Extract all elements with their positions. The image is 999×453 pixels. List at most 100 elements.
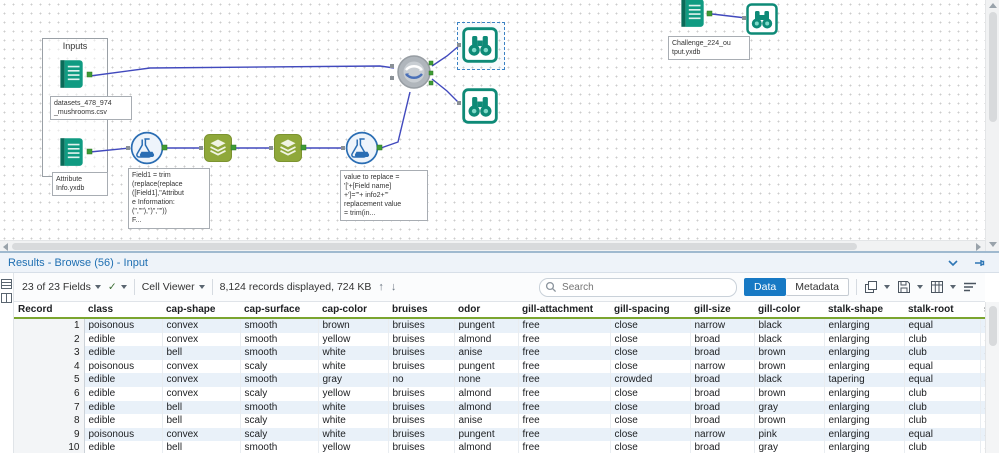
table-cell[interactable]: smooth — [240, 346, 319, 360]
table-row[interactable]: 9 poisonous convex scaly white bruises pungent… — [14, 427, 985, 442]
table-cell[interactable]: broad — [690, 414, 755, 428]
table-cell[interactable]: free — [518, 441, 611, 453]
table-cell[interactable]: convex — [162, 359, 241, 374]
table-cell[interactable]: narrow — [690, 359, 755, 374]
table-cell[interactable]: broad — [690, 400, 755, 415]
output-tool-challenge[interactable] — [674, 0, 710, 30]
table-row[interactable]: 4 poisonous convex scaly white bruises pungent… — [14, 359, 985, 374]
more-menu-button[interactable] — [963, 281, 977, 293]
table-row[interactable]: 5 edible convex smooth gray no none free crowded… — [14, 373, 985, 387]
table-cell[interactable]: close — [610, 359, 691, 374]
column-header-gill-attachment[interactable]: gill-attachment — [518, 302, 610, 319]
pin-icon[interactable] — [973, 257, 985, 269]
table-cell[interactable]: none — [454, 373, 519, 387]
table-cell[interactable]: free — [518, 414, 611, 428]
copy-dropdown[interactable] — [864, 280, 890, 294]
table-cell[interactable]: broad — [690, 386, 755, 401]
table-cell[interactable]: crowded — [610, 373, 691, 387]
table-cell[interactable]: convex — [162, 386, 241, 401]
record-number[interactable]: 5 — [14, 373, 85, 387]
scroll-up-icon[interactable] — [989, 3, 997, 8]
column-header-odor[interactable]: odor — [454, 302, 518, 319]
table-row[interactable]: 8 edible bell scaly white bruises anise free clo… — [14, 414, 985, 428]
union-tool[interactable] — [396, 54, 432, 90]
table-row[interactable]: 10 edible bell smooth yellow bruises almond fre… — [14, 441, 985, 453]
table-cell[interactable]: equal — [904, 359, 981, 374]
annotation-dataset2[interactable]: Attribute Info.yxdb — [52, 172, 108, 197]
table-cell[interactable]: smooth — [240, 400, 319, 415]
table-cell[interactable]: gray — [754, 441, 825, 453]
column-header-stalk-root[interactable]: stalk-root — [904, 302, 980, 319]
table-cell[interactable]: equal — [904, 427, 981, 442]
table-cell[interactable]: convex — [162, 332, 241, 347]
table-cell[interactable]: enlarging — [824, 441, 905, 453]
h-scroll-thumb[interactable] — [12, 243, 857, 250]
table-scroll-thumb[interactable] — [989, 306, 997, 346]
table-cell[interactable]: club — [904, 386, 981, 401]
table-cell[interactable]: club — [904, 346, 981, 360]
transform-tool-2[interactable] — [273, 133, 303, 163]
table-cell[interactable]: white — [318, 346, 389, 360]
table-cell[interactable]: close — [610, 414, 691, 428]
browse-tool-3[interactable] — [746, 3, 778, 35]
table-cell[interactable]: narrow — [690, 318, 755, 333]
table-cell[interactable]: bell — [162, 346, 241, 360]
table-cell[interactable]: enlarging — [824, 400, 905, 415]
record-number[interactable]: 9 — [14, 427, 85, 442]
table-cell[interactable]: anise — [454, 414, 519, 428]
table-cell[interactable]: enlarging — [824, 332, 905, 347]
table-cell[interactable]: no — [388, 373, 455, 387]
table-cell[interactable]: bell — [162, 441, 241, 453]
table-cell[interactable]: brown — [754, 359, 825, 374]
results-layout-split-icon[interactable] — [1, 293, 12, 303]
table-cell[interactable]: black — [754, 373, 825, 387]
transform-tool-1[interactable] — [203, 133, 233, 163]
table-cell[interactable]: edible — [84, 332, 163, 347]
table-cell[interactable]: bruises — [388, 400, 455, 415]
column-header-record[interactable]: Record — [14, 302, 84, 319]
column-header-stalk-shape[interactable]: stalk-shape — [824, 302, 904, 319]
table-cell[interactable]: club — [904, 414, 981, 428]
table-cell[interactable]: edible — [84, 441, 163, 453]
annotation-dataset1[interactable]: datasets_478_974 _mushrooms.csv — [50, 96, 132, 121]
table-row[interactable]: 6 edible convex scaly yellow bruises almond fre… — [14, 386, 985, 401]
table-cell[interactable]: equal — [904, 373, 981, 387]
table-cell[interactable]: bruises — [388, 346, 455, 360]
metadata-tab-button[interactable]: Metadata — [786, 278, 849, 296]
table-cell[interactable]: bruises — [388, 441, 455, 453]
table-cell[interactable]: enlarging — [824, 346, 905, 360]
column-header-class[interactable]: class — [84, 302, 162, 319]
table-cell[interactable]: enlarging — [824, 359, 905, 374]
browse-tool-2[interactable] — [462, 88, 498, 124]
record-number[interactable]: 7 — [14, 400, 85, 415]
column-header-gill-color[interactable]: gill-color — [754, 302, 824, 319]
table-cell[interactable]: enlarging — [824, 318, 905, 333]
table-cell[interactable]: scaly — [240, 359, 319, 374]
table-cell[interactable]: bruises — [388, 359, 455, 374]
table-cell[interactable]: pungent — [454, 427, 519, 442]
table-cell[interactable]: free — [518, 332, 611, 347]
formula-tool-1[interactable] — [130, 131, 164, 165]
record-number[interactable]: 8 — [14, 414, 85, 428]
scroll-top-button[interactable]: ↑ — [378, 281, 384, 293]
table-cell[interactable]: narrow — [690, 427, 755, 442]
table-cell[interactable]: free — [518, 373, 611, 387]
input-tool-mushrooms-csv[interactable] — [54, 57, 88, 91]
table-cell[interactable]: yellow — [318, 441, 389, 453]
table-cell[interactable]: free — [518, 346, 611, 360]
filter-check-dropdown[interactable]: ✓ — [108, 281, 127, 293]
table-cell[interactable]: scaly — [240, 414, 319, 428]
cell-viewer-dropdown[interactable]: Cell Viewer — [142, 281, 205, 293]
table-cell[interactable]: free — [518, 427, 611, 442]
column-header-gill-size[interactable]: gill-size — [690, 302, 754, 319]
table-cell[interactable]: edible — [84, 346, 163, 360]
new-window-dropdown[interactable] — [930, 280, 956, 294]
table-cell[interactable]: close — [610, 332, 691, 347]
table-cell[interactable]: gray — [318, 373, 389, 387]
table-cell[interactable]: white — [318, 427, 389, 442]
table-cell[interactable]: bell — [162, 414, 241, 428]
table-cell[interactable]: almond — [454, 441, 519, 453]
table-cell[interactable]: free — [518, 386, 611, 401]
results-layout-grid-icon[interactable] — [1, 279, 12, 289]
table-cell[interactable]: edible — [84, 373, 163, 387]
